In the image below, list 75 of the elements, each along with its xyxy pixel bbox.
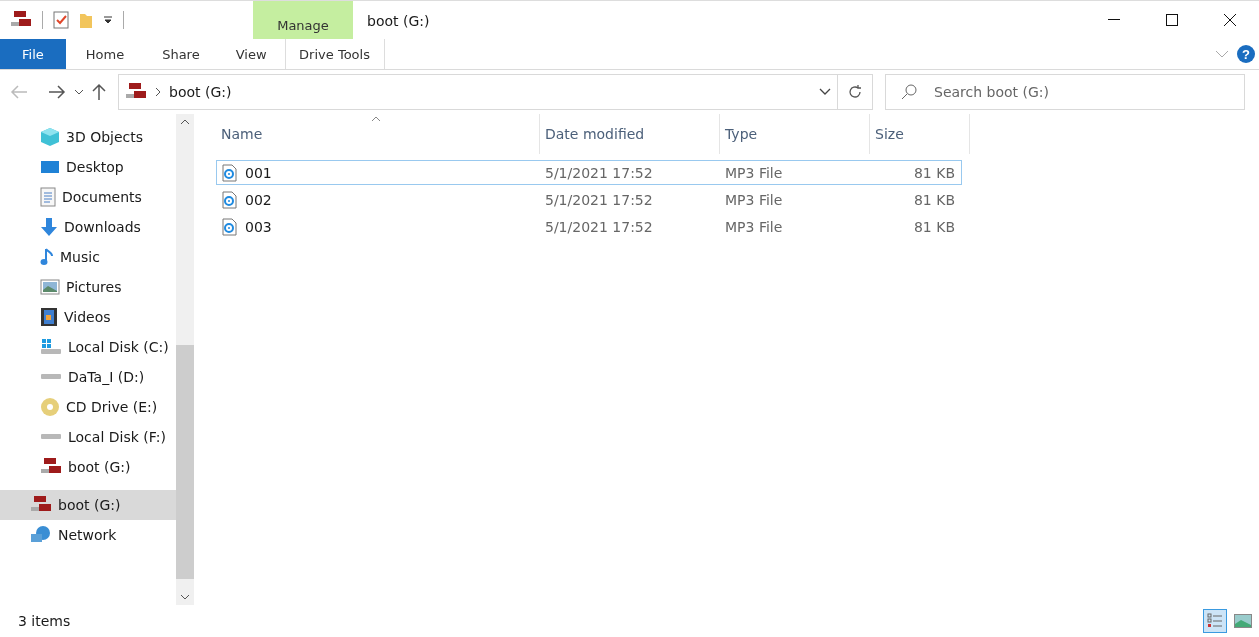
search-field[interactable]: Search boot (G:)	[885, 74, 1245, 110]
dropdown-icon[interactable]	[819, 88, 831, 96]
cube-icon	[40, 127, 60, 147]
sidebar-item[interactable]: Pictures	[0, 272, 176, 302]
table-cell-text: 5/1/2021 17:52	[544, 163, 654, 183]
table-cell-text: 81 KB	[912, 190, 956, 210]
desktop-icon	[40, 159, 60, 175]
file-row[interactable]: 003 5/1/2021 17:52 MP3 File 81 KB	[216, 214, 962, 239]
sidebar-item[interactable]: Network	[0, 520, 176, 550]
table-cell-text: MP3 File	[724, 163, 784, 183]
sidebar-item[interactable]: boot (G:)	[0, 452, 176, 482]
minimize-icon	[1108, 19, 1120, 21]
refresh-button[interactable]	[837, 74, 873, 110]
file-row[interactable]: 001 5/1/2021 17:52 MP3 File 81 KB	[216, 160, 962, 185]
table-cell-text: 81 KB	[912, 163, 956, 183]
table-cell-text: 5/1/2021 17:52	[544, 190, 654, 210]
up-button[interactable]	[92, 83, 106, 101]
scroll-down-icon[interactable]	[180, 593, 190, 601]
document-icon	[40, 187, 56, 207]
audio-file-icon	[222, 217, 237, 236]
search-icon	[901, 84, 917, 100]
scroll-up-icon[interactable]	[180, 118, 190, 126]
download-arrow-icon	[40, 217, 58, 237]
recent-locations-button[interactable]	[74, 88, 84, 96]
file-name: 002	[217, 188, 539, 211]
film-icon	[40, 307, 58, 327]
address-bar[interactable]: boot (G:)	[118, 74, 838, 110]
system-drive-icon	[40, 337, 62, 357]
sidebar-item[interactable]: Local Disk (F:)	[0, 422, 176, 452]
sidebar-item[interactable]: 3D Objects	[0, 122, 176, 152]
sidebar-item[interactable]: Local Disk (C:)	[0, 332, 176, 362]
picture-icon	[40, 279, 60, 295]
audio-file-icon	[222, 190, 237, 209]
ribbon-tab[interactable]: Drive Tools	[284, 39, 385, 69]
ribbon-tab[interactable]: File	[0, 39, 66, 69]
sidebar-item[interactable]: DaTa_I (D:)	[0, 362, 176, 392]
column-header[interactable]: Date modified	[540, 114, 720, 154]
file-name: 003	[217, 215, 539, 238]
network-icon	[30, 525, 52, 545]
table-cell-text: 5/1/2021 17:52	[544, 217, 654, 237]
sidebar-item[interactable]: Music	[0, 242, 176, 272]
disc-icon	[40, 397, 60, 417]
sidebar-item[interactable]: CD Drive (E:)	[0, 392, 176, 422]
scrollbar[interactable]	[176, 114, 194, 605]
landscape-icon	[1234, 614, 1252, 628]
sidebar-item[interactable]: Downloads	[0, 212, 176, 242]
column-header[interactable]: Type	[720, 114, 870, 154]
drive-icon	[40, 434, 62, 440]
tool-group-label: Manage	[253, 1, 353, 39]
column-header[interactable]: Size	[870, 114, 970, 154]
sidebar-item[interactable]: boot (G:)	[0, 490, 176, 520]
music-note-icon	[40, 247, 54, 267]
help-button[interactable]: ?	[1237, 45, 1255, 63]
checklist-icon[interactable]	[53, 11, 69, 29]
window-title: boot (G:)	[366, 12, 431, 31]
column-header[interactable]: Name	[216, 114, 540, 154]
table-cell-text: 81 KB	[912, 217, 956, 237]
item-count: 3 items	[18, 613, 72, 629]
chevron-right-icon	[155, 87, 161, 97]
sidebar-item[interactable]: Videos	[0, 302, 176, 332]
refresh-icon	[847, 84, 863, 100]
maximize-icon	[1166, 14, 1178, 26]
close-icon	[1223, 13, 1237, 27]
list-icon	[1207, 613, 1223, 629]
file-row[interactable]: 002 5/1/2021 17:52 MP3 File 81 KB	[216, 187, 962, 212]
file-name: 001	[217, 161, 539, 184]
drive-icon	[40, 374, 62, 380]
sidebar-item[interactable]: Desktop	[0, 152, 176, 182]
forward-button[interactable]	[48, 85, 66, 99]
details-view-button[interactable]	[1203, 609, 1227, 633]
dropdown-icon[interactable]	[103, 15, 113, 25]
sidebar-item[interactable]: Documents	[0, 182, 176, 212]
audio-file-icon	[222, 163, 237, 182]
table-cell-text: MP3 File	[724, 190, 784, 210]
table-cell-text: MP3 File	[724, 217, 784, 237]
